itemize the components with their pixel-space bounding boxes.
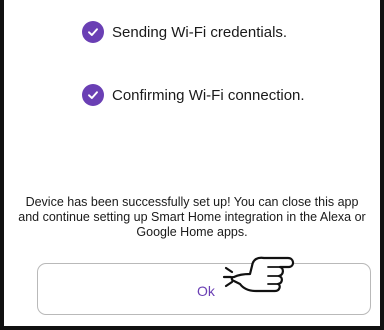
step-sending-credentials: Sending Wi-Fi credentials. (82, 21, 287, 43)
step-label: Confirming Wi-Fi connection. (112, 86, 305, 104)
ok-button-label: Ok (197, 283, 215, 299)
check-circle-icon (82, 84, 104, 106)
success-message: Device has been successfully set up! You… (18, 195, 366, 239)
hand-pointer-icon (222, 256, 295, 293)
step-label: Sending Wi-Fi credentials. (112, 23, 288, 41)
setup-complete-screen: Sending Wi-Fi credentials. Confirming Wi… (0, 0, 384, 330)
step-confirming-connection: Confirming Wi-Fi connection. (82, 84, 305, 106)
ok-button[interactable]: Ok (37, 263, 371, 315)
check-circle-icon (82, 21, 104, 43)
